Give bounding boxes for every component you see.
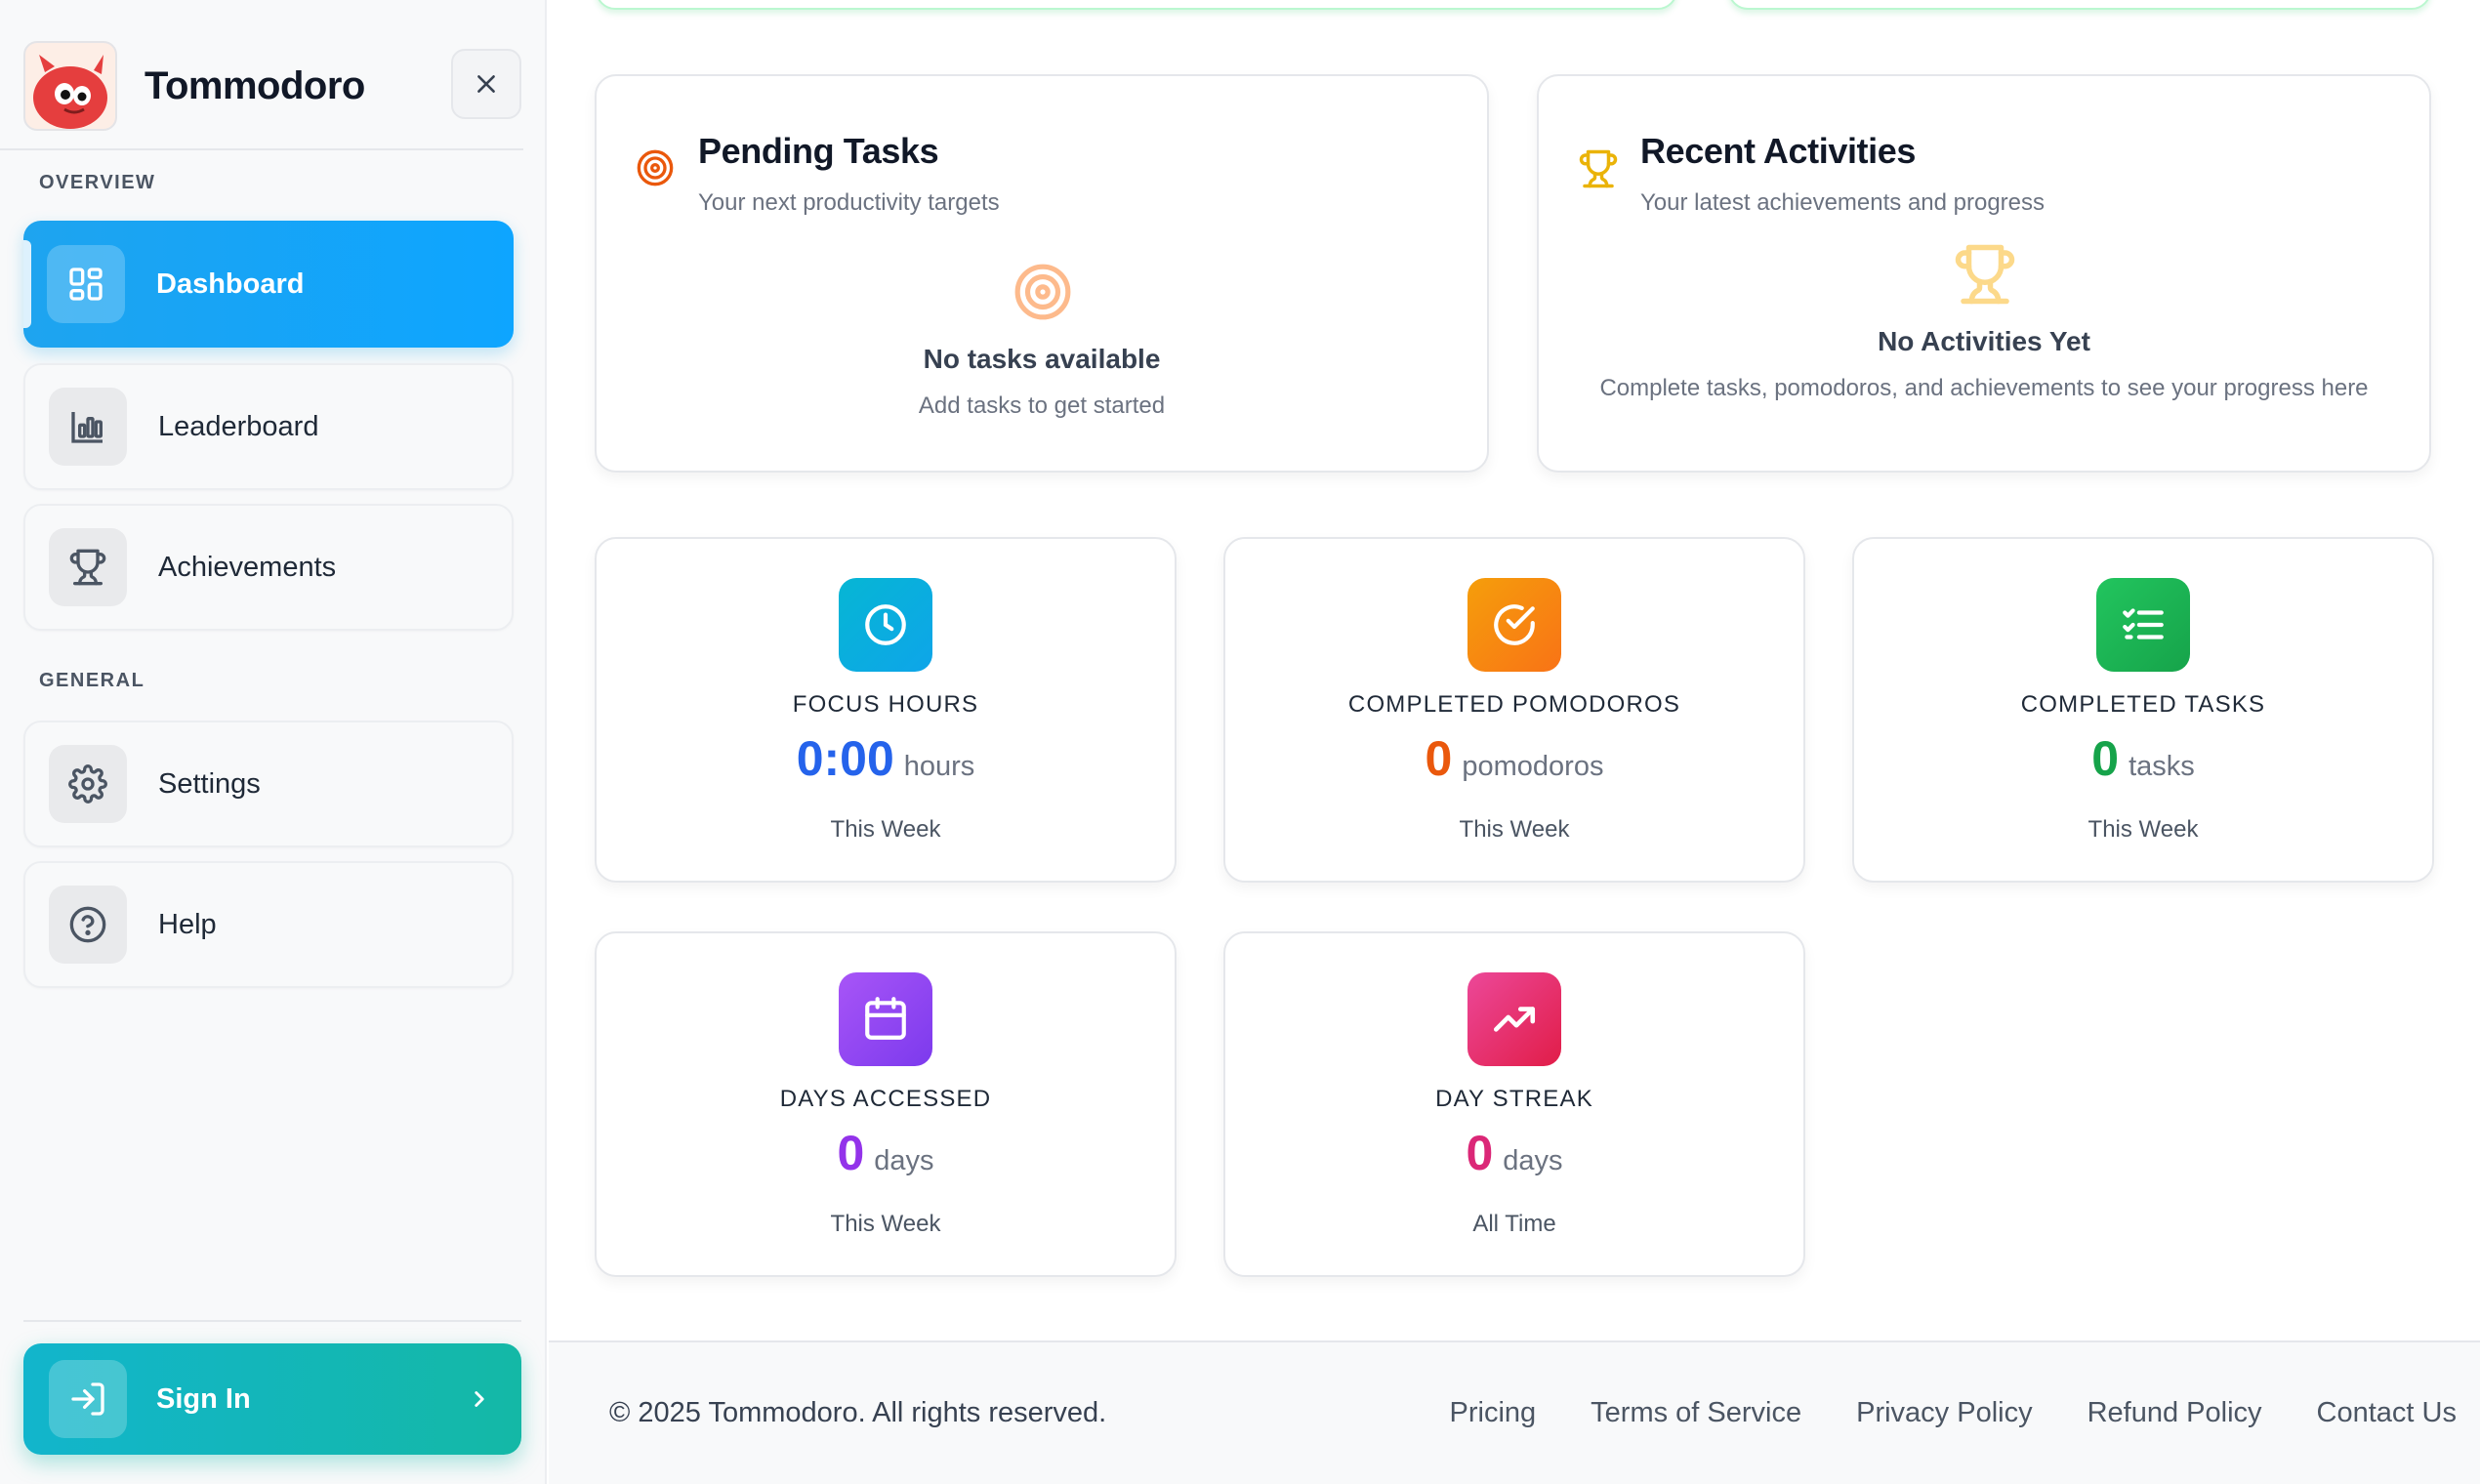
- bar-chart-icon: [49, 388, 127, 466]
- empty-state-title: No tasks available: [923, 344, 1161, 374]
- stat-card-days-accessed: DAYS ACCESSED 0 days This Week: [595, 931, 1177, 1277]
- stat-unit: days: [1503, 1145, 1563, 1176]
- sidebar-item-dashboard[interactable]: Dashboard: [23, 221, 514, 348]
- grid-icon: [47, 245, 125, 323]
- stat-label: COMPLETED POMODOROS: [1347, 691, 1681, 718]
- sidebar-item-help[interactable]: Help: [23, 861, 514, 988]
- sidebar-item-label: Dashboard: [156, 268, 305, 300]
- stat-period: This Week: [2087, 816, 2199, 843]
- stat-period: This Week: [830, 1211, 941, 1237]
- checklist-icon: [2096, 578, 2190, 672]
- card-subtitle: Your next productivity targets: [698, 189, 1000, 216]
- chevron-right-icon: [475, 1391, 484, 1407]
- clock-icon: [839, 578, 932, 672]
- stat-card-completed-pomodoros: COMPLETED POMODOROS 0 pomodoros This Week: [1223, 537, 1805, 883]
- sidebar-item-label: Achievements: [158, 551, 337, 583]
- stat-value: 0: [1425, 731, 1453, 786]
- top-card-edge: [596, 0, 1677, 10]
- empty-state-title: No Activities Yet: [1878, 326, 2090, 356]
- recent-activities-card: Recent Activities Your latest achievemen…: [1537, 74, 2431, 473]
- section-label-overview: OVERVIEW: [39, 172, 156, 193]
- check-circle-icon: [1467, 578, 1561, 672]
- sidebar-item-achievements[interactable]: Achievements: [23, 504, 514, 631]
- footer-link-refund[interactable]: Refund Policy: [2087, 1397, 2262, 1429]
- section-label-general: GENERAL: [39, 670, 145, 691]
- empty-state-subtitle: Complete tasks, pomodoros, and achieveme…: [1599, 375, 2369, 401]
- footer-link-pricing[interactable]: Pricing: [1450, 1397, 1537, 1429]
- card-subtitle: Your latest achievements and progress: [1640, 189, 2046, 216]
- brand[interactable]: Tommodoro: [23, 41, 365, 131]
- sidebar-item-leaderboard[interactable]: Leaderboard: [23, 363, 514, 490]
- stat-unit: days: [874, 1145, 934, 1176]
- footer-link-terms[interactable]: Terms of Service: [1591, 1397, 1801, 1429]
- divider: [0, 148, 523, 150]
- trophy-icon: [1955, 244, 2015, 305]
- target-icon: [637, 149, 674, 186]
- card-title: Recent Activities: [1640, 131, 1916, 171]
- stat-card-completed-tasks: COMPLETED TASKS 0 tasks This Week: [1852, 537, 2434, 883]
- footer-link-contact[interactable]: Contact Us: [2317, 1397, 2457, 1429]
- stat-unit: hours: [903, 751, 975, 782]
- top-card-edge: [1728, 0, 2431, 10]
- sign-in-button[interactable]: Sign In: [23, 1343, 521, 1455]
- stat-value: 0: [837, 1126, 865, 1180]
- sign-in-label: Sign In: [156, 1382, 251, 1415]
- trophy-icon: [1579, 149, 1618, 188]
- stat-label: FOCUS HOURS: [792, 691, 979, 718]
- login-icon: [49, 1360, 127, 1438]
- stat-period: This Week: [1459, 816, 1570, 843]
- sidebar: Tommodoro OVERVIEW Dashboard Leaderboard…: [0, 0, 547, 1484]
- trophy-icon: [49, 528, 127, 606]
- stat-value: 0: [2091, 731, 2120, 786]
- stat-card-day-streak: DAY STREAK 0 days All Time: [1223, 931, 1805, 1277]
- footer-links: Pricing Terms of Service Privacy Policy …: [1395, 1397, 2458, 1429]
- footer: © 2025 Tommodoro. All rights reserved. P…: [549, 1340, 2480, 1484]
- stat-unit: pomodoros: [1462, 751, 1604, 782]
- tomato-logo-icon: [23, 41, 117, 131]
- app-name: Tommodoro: [145, 63, 365, 107]
- gear-icon: [49, 745, 127, 823]
- copyright: © 2025 Tommodoro. All rights reserved.: [609, 1397, 1107, 1428]
- calendar-icon: [839, 972, 932, 1066]
- stat-value: 0: [1466, 1126, 1494, 1180]
- stat-period: This Week: [830, 816, 941, 843]
- stat-label: DAY STREAK: [1435, 1086, 1593, 1112]
- empty-state-subtitle: Add tasks to get started: [918, 392, 1166, 419]
- help-circle-icon: [49, 886, 127, 964]
- sidebar-item-label: Leaderboard: [158, 410, 319, 442]
- target-icon: [1014, 264, 1071, 320]
- trending-up-icon: [1467, 972, 1561, 1066]
- sidebar-item-settings[interactable]: Settings: [23, 721, 514, 847]
- stat-unit: tasks: [2129, 751, 2195, 782]
- stat-label: DAYS ACCESSED: [779, 1086, 992, 1112]
- close-sidebar-button[interactable]: [451, 49, 521, 119]
- stat-value: 0:00: [796, 731, 894, 786]
- stat-period: All Time: [1472, 1211, 1556, 1237]
- pending-tasks-card: Pending Tasks Your next productivity tar…: [595, 74, 1489, 473]
- divider: [23, 1320, 521, 1322]
- footer-link-privacy[interactable]: Privacy Policy: [1856, 1397, 2033, 1429]
- card-title: Pending Tasks: [698, 131, 939, 171]
- sidebar-item-label: Help: [158, 908, 217, 940]
- stat-label: COMPLETED TASKS: [2020, 691, 2266, 718]
- close-icon: [477, 75, 495, 93]
- stat-card-focus-hours: FOCUS HOURS 0:00 hours This Week: [595, 537, 1177, 883]
- sidebar-item-label: Settings: [158, 767, 261, 800]
